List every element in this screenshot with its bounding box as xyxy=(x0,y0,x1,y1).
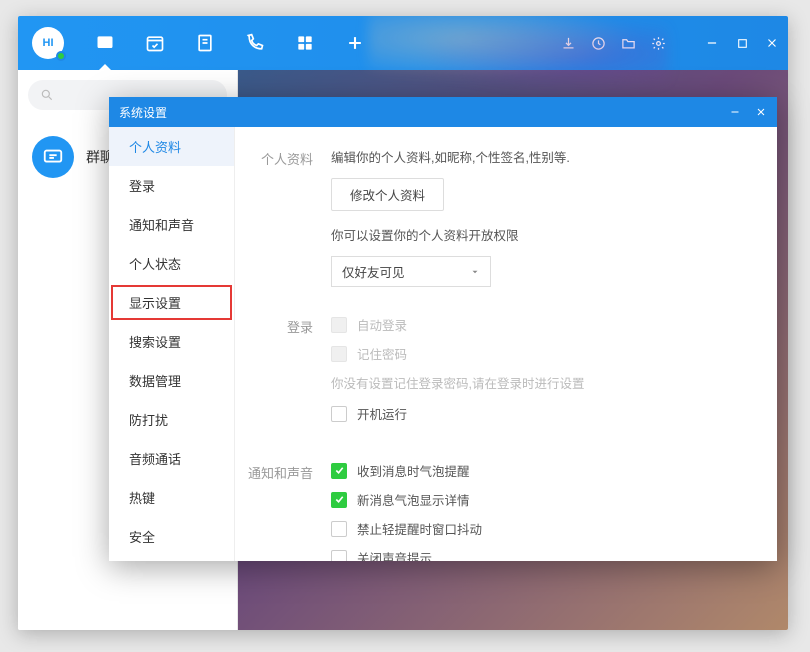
nav-phone[interactable] xyxy=(244,32,266,54)
checkbox-unchecked-icon xyxy=(331,550,347,562)
nav-chat[interactable]: HI xyxy=(94,32,116,54)
settings-content[interactable]: 个人资料 编辑你的个人资料,如昵称,个性签名,性别等. 修改个人资料 你可以设置… xyxy=(235,127,777,561)
nav-apps[interactable] xyxy=(294,32,316,54)
nav-notes[interactable] xyxy=(194,32,216,54)
section-login: 登录 自动登录 记住密码 你没有设置记住登录密码,请在登录时进行设置 开机运行 xyxy=(235,315,757,433)
section-profile-label: 个人资料 xyxy=(235,147,331,287)
settings-nav-item-7[interactable]: 防打扰 xyxy=(109,400,234,439)
option-startup-label: 开机运行 xyxy=(357,404,407,423)
avatar-label: HI xyxy=(43,37,54,49)
edit-profile-button[interactable]: 修改个人资料 xyxy=(331,178,444,211)
section-notify-label: 通知和声音 xyxy=(235,461,331,561)
checkbox-unchecked-icon xyxy=(331,406,347,422)
group-chat-icon xyxy=(32,136,74,178)
option-remember-label: 记住密码 xyxy=(357,344,407,363)
login-hint: 你没有设置记住登录密码,请在登录时进行设置 xyxy=(331,373,757,392)
checkbox-disabled-icon xyxy=(331,317,347,333)
status-online-dot xyxy=(56,51,66,61)
settings-nav-item-1[interactable]: 登录 xyxy=(109,166,234,205)
titlebar-background-art xyxy=(368,16,668,86)
notify-option-1[interactable]: 新消息气泡显示详情 xyxy=(331,490,757,509)
notify-option-label: 禁止轻提醒时窗口抖动 xyxy=(357,519,482,538)
window-close-icon[interactable] xyxy=(764,35,780,51)
checkbox-checked-icon xyxy=(331,463,347,479)
search-icon xyxy=(40,88,54,102)
settings-nav-item-6[interactable]: 数据管理 xyxy=(109,361,234,400)
settings-nav-item-2[interactable]: 通知和声音 xyxy=(109,205,234,244)
settings-nav-item-8[interactable]: 音频通话 xyxy=(109,439,234,478)
window-minimize-icon[interactable] xyxy=(704,35,720,51)
option-remember-password[interactable]: 记住密码 xyxy=(331,344,757,363)
profile-privacy-desc: 你可以设置你的个人资料开放权限 xyxy=(331,225,757,244)
dialog-close-icon[interactable] xyxy=(755,106,767,118)
option-auto-login[interactable]: 自动登录 xyxy=(331,315,757,334)
profile-desc: 编辑你的个人资料,如昵称,个性签名,性别等. xyxy=(331,147,757,166)
notify-option-label: 新消息气泡显示详情 xyxy=(357,490,470,509)
settings-nav-item-4[interactable]: 显示设置 xyxy=(109,283,234,322)
settings-nav-item-9[interactable]: 热键 xyxy=(109,478,234,517)
avatar[interactable]: HI xyxy=(32,27,64,59)
notify-option-3[interactable]: 关闭声音提示 xyxy=(331,548,757,561)
section-profile: 个人资料 编辑你的个人资料,如昵称,个性签名,性别等. 修改个人资料 你可以设置… xyxy=(235,147,757,287)
nav-calendar[interactable] xyxy=(144,32,166,54)
settings-nav-item-5[interactable]: 搜索设置 xyxy=(109,322,234,361)
privacy-select-value: 仅好友可见 xyxy=(342,262,405,281)
section-notify: 通知和声音 收到消息时气泡提醒新消息气泡显示详情禁止轻提醒时窗口抖动关闭声音提示… xyxy=(235,461,757,561)
checkbox-checked-icon xyxy=(331,492,347,508)
section-login-label: 登录 xyxy=(235,315,331,433)
settings-nav: 个人资料登录通知和声音个人状态显示设置搜索设置数据管理防打扰音频通话热键安全自动… xyxy=(109,127,235,561)
main-nav: HI xyxy=(94,32,366,54)
option-auto-login-label: 自动登录 xyxy=(357,315,407,334)
dialog-title: 系统设置 xyxy=(119,104,167,121)
settings-nav-item-11[interactable]: 自动更新 xyxy=(109,556,234,561)
notify-option-0[interactable]: 收到消息时气泡提醒 xyxy=(331,461,757,480)
titlebar: HI HI xyxy=(18,16,788,70)
notify-option-label: 关闭声音提示 xyxy=(357,548,432,561)
dialog-body: 个人资料登录通知和声音个人状态显示设置搜索设置数据管理防打扰音频通话热键安全自动… xyxy=(109,127,777,561)
settings-nav-item-10[interactable]: 安全 xyxy=(109,517,234,556)
settings-nav-item-3[interactable]: 个人状态 xyxy=(109,244,234,283)
window-maximize-icon[interactable] xyxy=(734,35,750,51)
dialog-titlebar[interactable]: 系统设置 xyxy=(109,97,777,127)
dialog-minimize-icon[interactable] xyxy=(729,106,741,118)
checkbox-disabled-icon xyxy=(331,346,347,362)
checkbox-unchecked-icon xyxy=(331,521,347,537)
settings-dialog: 系统设置 个人资料登录通知和声音个人状态显示设置搜索设置数据管理防打扰音频通话热… xyxy=(109,97,777,561)
option-run-on-startup[interactable]: 开机运行 xyxy=(331,404,757,423)
settings-nav-item-0[interactable]: 个人资料 xyxy=(109,127,234,166)
nav-add[interactable] xyxy=(344,32,366,54)
notify-option-2[interactable]: 禁止轻提醒时窗口抖动 xyxy=(331,519,757,538)
notify-option-label: 收到消息时气泡提醒 xyxy=(357,461,470,480)
svg-text:HI: HI xyxy=(102,40,109,47)
chevron-down-icon xyxy=(470,267,480,277)
privacy-select[interactable]: 仅好友可见 xyxy=(331,256,491,287)
